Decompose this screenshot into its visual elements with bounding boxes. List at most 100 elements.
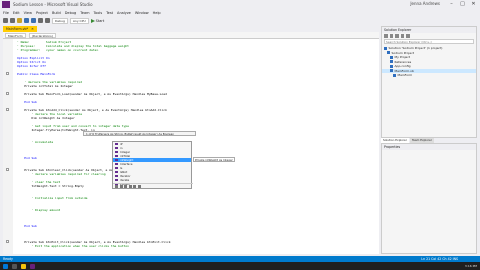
start-menu-icon[interactable] — [3, 263, 8, 269]
file-icon — [390, 69, 393, 72]
configuration-combo[interactable]: Debug — [52, 17, 68, 24]
menu-file[interactable]: File — [3, 11, 9, 15]
visual-studio-logo-icon — [2, 1, 10, 8]
member-icon — [115, 162, 118, 166]
collapse-icon[interactable] — [6, 108, 9, 111]
close-tab-icon[interactable]: ✕ — [31, 27, 34, 31]
save-all-icon[interactable] — [31, 18, 36, 23]
code-line[interactable]: End Sub — [17, 224, 37, 228]
solution-tree-item[interactable]: MainForm — [382, 73, 476, 78]
code-line[interactable]: End Sub — [17, 100, 37, 104]
play-icon — [90, 18, 95, 23]
collapse-icon[interactable] — [6, 168, 9, 171]
class-dropdown[interactable]: MainForm — [5, 32, 26, 38]
code-line[interactable]: ' Programmer: <your name> on <current da… — [17, 48, 98, 52]
undo-icon[interactable] — [38, 18, 43, 23]
menu-team[interactable]: Team — [80, 11, 89, 15]
completion-list[interactable]: iif in Integer intTotal intWeight Interface Is… — [112, 141, 193, 189]
minimize-icon[interactable]: – — [447, 0, 456, 8]
vs-window: Sodium Lesson - Microsoft Visual Studio … — [0, 0, 480, 270]
menu-test[interactable]: Test — [106, 11, 113, 15]
member-icon — [115, 154, 118, 158]
maximize-icon[interactable]: □ — [458, 0, 467, 8]
clock[interactable]: 3:16 PM — [465, 262, 477, 270]
code-line[interactable]: ' declare variables required for clearin… — [17, 172, 105, 176]
member-icon — [115, 178, 118, 182]
platform-combo[interactable]: Any CPU — [69, 17, 89, 24]
properties-title: Properties — [382, 144, 476, 150]
title-bar: Sodium Lesson - Microsoft Visual Studio … — [0, 0, 480, 9]
standard-toolbar: Debug Any CPU Start — [0, 16, 480, 25]
window-controls: – □ ✕ — [447, 0, 478, 8]
redo-icon[interactable] — [45, 18, 50, 23]
menu-tools[interactable]: Tools — [94, 11, 103, 15]
filter-icon[interactable] — [128, 185, 132, 188]
back-icon[interactable] — [3, 18, 8, 23]
member-icon — [115, 158, 118, 162]
menu-edit[interactable]: Edit — [13, 11, 20, 15]
menu-window[interactable]: Window — [135, 11, 149, 15]
menu-analyze[interactable]: Analyze — [117, 11, 131, 15]
code-line[interactable]: ' Accumulate — [17, 140, 53, 144]
collapse-all-icon[interactable] — [400, 34, 404, 38]
member-icon — [115, 142, 118, 146]
member-icon — [115, 174, 118, 178]
filter-icon[interactable] — [115, 185, 118, 188]
code-line[interactable]: End Sub — [17, 156, 37, 160]
solution-search-input[interactable]: Search Solution Explorer (Ctrl+;) — [384, 39, 474, 44]
code-line[interactable]: ' Initialize input from outside — [17, 196, 87, 200]
save-icon[interactable] — [24, 18, 29, 23]
filter-icon[interactable] — [124, 185, 127, 188]
code-line[interactable]: Private intTotal As Integer — [17, 84, 73, 88]
start-label: Start — [95, 18, 105, 23]
tree-item-label: App.config — [394, 64, 411, 68]
menu-help[interactable]: Help — [153, 11, 161, 15]
tree-item-label: MainForm.vb — [394, 68, 414, 73]
navigation-bar: MainForm (Declarations) — [3, 32, 379, 39]
start-button[interactable]: Start — [90, 18, 105, 23]
home-icon[interactable] — [384, 34, 388, 38]
collapse-icon[interactable] — [6, 92, 9, 95]
menu-bar: File Edit View Project Build Debug Team … — [0, 9, 480, 16]
code-line[interactable]: txtWeight.Text = String.Empty — [17, 184, 83, 188]
file-explorer-icon[interactable] — [21, 263, 26, 269]
menu-debug[interactable]: Debug — [65, 11, 77, 15]
code-line[interactable]: Option Infer Off — [17, 64, 46, 68]
filter-icon[interactable] — [119, 185, 123, 188]
file-icon — [393, 73, 396, 77]
menu-view[interactable]: View — [24, 11, 32, 15]
filter-icon[interactable] — [133, 185, 136, 188]
member-icon — [115, 170, 118, 174]
code-line[interactable]: Public Class MainForm — [17, 72, 55, 76]
menu-build[interactable]: Build — [52, 11, 61, 15]
code-line[interactable]: Dim intWeight As Integer — [17, 116, 74, 120]
properties-icon[interactable] — [406, 34, 410, 38]
forward-icon[interactable] — [10, 18, 15, 23]
code-line[interactable]: ' Display amount — [17, 208, 60, 212]
code-line[interactable]: Private Sub MainForm_Load(sender As Obje… — [17, 92, 167, 96]
visual-studio-taskbar-icon[interactable] — [30, 263, 35, 269]
collapse-icon[interactable] — [6, 240, 9, 243]
sync-icon[interactable] — [389, 34, 393, 38]
menu-project[interactable]: Project — [36, 11, 48, 15]
tree-item-label: Sodium Project — [391, 50, 415, 55]
open-folder-icon[interactable] — [17, 18, 22, 23]
member-dropdown[interactable]: (Declarations) — [28, 32, 56, 38]
close-icon[interactable]: ✕ — [469, 0, 478, 8]
file-icon — [390, 60, 393, 63]
tab-label: MainForm.vb* — [6, 27, 29, 31]
refresh-icon[interactable] — [395, 34, 399, 38]
user-name[interactable]: Jenna Andrews — [410, 1, 440, 6]
completion-description: Private intWeight As Integer — [193, 157, 235, 162]
collapse-icon[interactable] — [6, 72, 9, 75]
filter-icon[interactable] — [137, 185, 141, 188]
tree-item-label: References — [394, 59, 412, 64]
completion-filter-bar — [113, 183, 193, 188]
member-icon — [115, 146, 118, 150]
member-icon — [115, 150, 118, 154]
file-icon — [387, 51, 390, 54]
code-line[interactable]: ' Exit the application when the user cli… — [17, 244, 129, 248]
search-icon[interactable] — [12, 263, 17, 269]
file-icon — [390, 55, 393, 59]
parameter-info-tooltip[interactable]: 1 of 6 TryParse(s As String, ByRef resul… — [83, 131, 196, 136]
